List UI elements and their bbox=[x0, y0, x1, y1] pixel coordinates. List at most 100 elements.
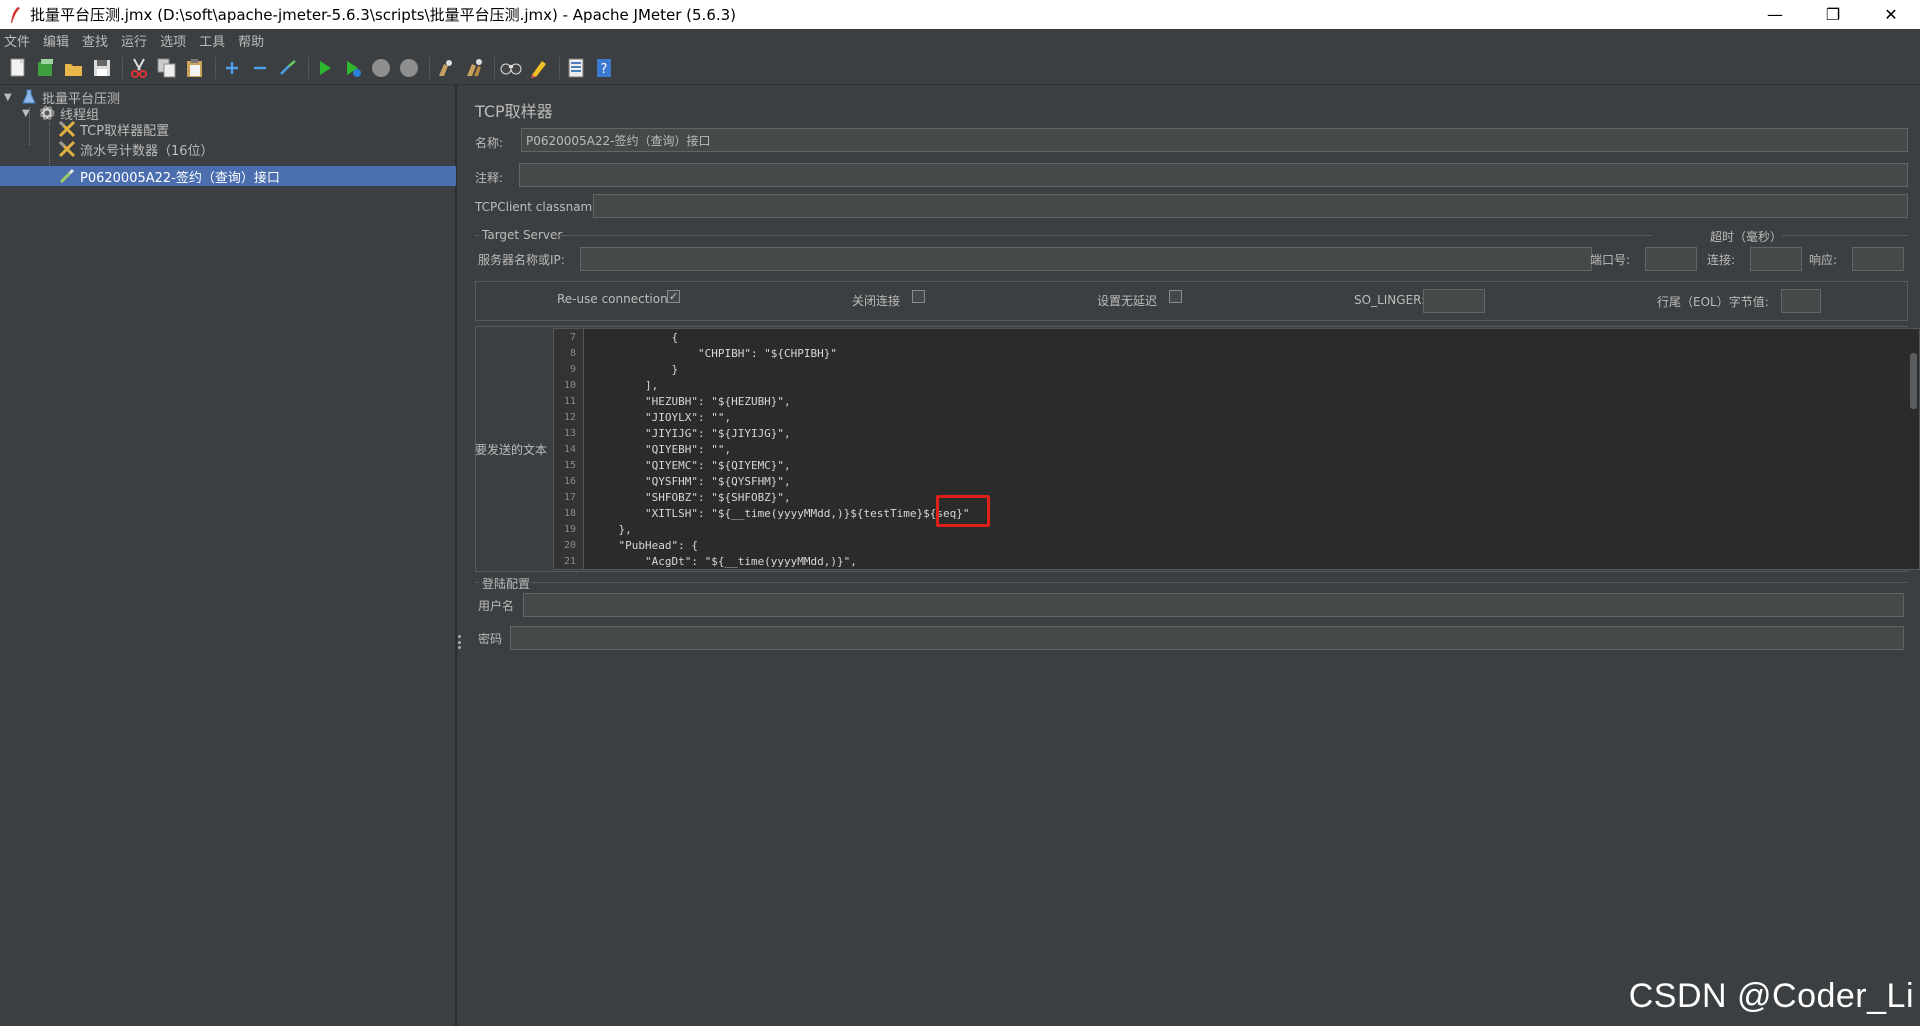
collapse-icon[interactable] bbox=[248, 56, 272, 80]
open-icon[interactable] bbox=[62, 56, 86, 80]
toggle-icon[interactable] bbox=[276, 56, 300, 80]
clear-all-icon[interactable] bbox=[462, 56, 486, 80]
username-field[interactable] bbox=[523, 593, 1904, 617]
line-number: 20 bbox=[563, 540, 576, 551]
name-label: 名称: bbox=[475, 136, 504, 150]
split-pane-divider[interactable] bbox=[456, 85, 464, 1026]
line-number-gutter: 7 8 9 10 11 12 13 14 15 16 17 18 19 20 2… bbox=[554, 329, 584, 569]
port-field[interactable] bbox=[1645, 247, 1697, 271]
save-icon[interactable] bbox=[90, 56, 114, 80]
login-config-label: 登陆配置 bbox=[482, 577, 531, 591]
reuse-connection-label: Re-use connection bbox=[557, 292, 668, 306]
close-connection-checkbox[interactable] bbox=[912, 290, 925, 303]
menu-tools[interactable]: 工具 bbox=[195, 31, 234, 50]
name-field[interactable]: P0620005A22-签约（查询）接口 bbox=[521, 128, 1908, 152]
code-line: "QIYEBH": "", bbox=[592, 443, 732, 456]
seq-highlight-annotation bbox=[936, 495, 990, 527]
classname-label: TCPClient classname: bbox=[475, 200, 604, 214]
clear-icon[interactable] bbox=[434, 56, 458, 80]
line-number: 13 bbox=[563, 428, 576, 439]
counter-icon bbox=[58, 140, 76, 158]
tree-item-sampler-selected[interactable]: P0620005A22-签约（查询）接口 bbox=[0, 166, 456, 186]
line-number: 7 bbox=[569, 332, 576, 343]
tree-item-label: TCP取样器配置 bbox=[80, 123, 170, 139]
tree-item-counter[interactable]: 流水号计数器（16位） bbox=[58, 139, 456, 159]
shutdown-icon[interactable] bbox=[397, 56, 421, 80]
port-label: 端口号: bbox=[1590, 253, 1631, 267]
function-helper-icon[interactable] bbox=[564, 56, 588, 80]
comment-label: 注释: bbox=[475, 171, 504, 185]
code-line: "CHPIBH": "${CHPIBH}" bbox=[592, 347, 838, 360]
menu-options[interactable]: 选项 bbox=[156, 31, 195, 50]
text-to-send-label: 要发送的文本 bbox=[475, 443, 548, 457]
paste-icon[interactable] bbox=[183, 56, 207, 80]
so-linger-label: SO_LINGER: bbox=[1354, 293, 1426, 307]
code-line: "JIYIJG": "${JIYIJG}", bbox=[592, 427, 791, 440]
expand-icon[interactable] bbox=[220, 56, 244, 80]
line-number: 10 bbox=[563, 380, 576, 391]
cut-icon[interactable] bbox=[127, 56, 151, 80]
code-editor[interactable]: 7 8 9 10 11 12 13 14 15 16 17 18 19 20 2… bbox=[553, 328, 1920, 570]
code-line: "JIOYLX": "", bbox=[592, 411, 732, 424]
restore-button[interactable]: ❐ bbox=[1804, 0, 1862, 29]
minimize-button[interactable]: — bbox=[1746, 0, 1804, 29]
stop-icon[interactable] bbox=[369, 56, 393, 80]
menu-file[interactable]: 文件 bbox=[0, 31, 39, 50]
vertical-scrollbar[interactable] bbox=[1907, 329, 1919, 569]
comment-field[interactable] bbox=[519, 163, 1908, 187]
chevron-down-icon[interactable]: ▼ bbox=[22, 108, 34, 119]
reuse-connection-checkbox[interactable]: ✓ bbox=[667, 290, 680, 303]
password-field[interactable] bbox=[510, 626, 1904, 650]
start-no-pause-icon[interactable] bbox=[341, 56, 365, 80]
menu-search[interactable]: 查找 bbox=[78, 31, 117, 50]
code-line: } bbox=[592, 363, 679, 376]
svg-text:?: ? bbox=[601, 62, 608, 77]
scrollbar-thumb[interactable] bbox=[1910, 353, 1917, 409]
code-line: "QYSFHM": "${QYSFHM}", bbox=[592, 475, 791, 488]
username-label: 用户名 bbox=[478, 599, 515, 613]
code-line: "XITLSH": "${__time(yyyyMMdd,)}${testTim… bbox=[592, 507, 970, 520]
server-field[interactable] bbox=[580, 247, 1592, 271]
menu-edit[interactable]: 编辑 bbox=[39, 31, 78, 50]
line-number: 9 bbox=[569, 364, 576, 375]
classname-field[interactable] bbox=[593, 194, 1908, 218]
line-number: 14 bbox=[563, 444, 576, 455]
response-timeout-field[interactable] bbox=[1852, 247, 1904, 271]
close-button[interactable]: ✕ bbox=[1862, 0, 1920, 29]
reset-search-icon[interactable] bbox=[527, 56, 551, 80]
tree-item-tcp-config[interactable]: TCP取样器配置 bbox=[58, 119, 456, 139]
line-number: 16 bbox=[563, 476, 576, 487]
title-bar: 批量平台压测.jmx (D:\soft\apache-jmeter-5.6.3\… bbox=[0, 0, 1920, 29]
server-label: 服务器名称或IP: bbox=[478, 253, 565, 267]
line-number: 8 bbox=[569, 348, 576, 359]
pipette-icon bbox=[58, 167, 76, 185]
close-connection-label: 关闭连接 bbox=[852, 294, 901, 308]
code-line: "HEZUBH": "${HEZUBH}", bbox=[592, 395, 791, 408]
menu-run[interactable]: 运行 bbox=[117, 31, 156, 50]
new-icon[interactable] bbox=[6, 56, 30, 80]
help-icon[interactable]: ? bbox=[592, 56, 616, 80]
eol-field[interactable] bbox=[1781, 289, 1821, 313]
line-number: 17 bbox=[563, 492, 576, 503]
menu-help[interactable]: 帮助 bbox=[234, 31, 273, 50]
templates-icon[interactable] bbox=[34, 56, 58, 80]
eol-label: 行尾（EOL）字节值: bbox=[1657, 295, 1769, 309]
code-line: "AcgDt": "${__time(yyyyMMdd,)}", bbox=[592, 555, 857, 568]
target-server-label: Target Server bbox=[482, 228, 563, 242]
so-linger-field[interactable] bbox=[1423, 289, 1485, 313]
menu-bar: 文件 编辑 查找 运行 选项 工具 帮助 bbox=[0, 29, 1920, 51]
connect-timeout-label: 连接: bbox=[1707, 253, 1736, 267]
search-icon[interactable] bbox=[499, 56, 523, 80]
chevron-down-icon[interactable]: ▼ bbox=[4, 92, 16, 103]
jmeter-feather-icon bbox=[6, 6, 24, 24]
no-delay-label: 设置无延迟 bbox=[1097, 294, 1158, 308]
no-delay-checkbox[interactable] bbox=[1169, 290, 1182, 303]
timeout-label: 超时（毫秒） bbox=[1710, 230, 1783, 244]
code-line: "PubHead": { bbox=[592, 539, 698, 552]
line-number: 11 bbox=[563, 396, 576, 407]
start-icon[interactable] bbox=[313, 56, 337, 80]
sampler-panel: TCP取样器 名称: P0620005A22-签约（查询）接口 注释: TCPC… bbox=[464, 85, 1920, 1026]
window-title: 批量平台压测.jmx (D:\soft\apache-jmeter-5.6.3\… bbox=[30, 6, 737, 24]
copy-icon[interactable] bbox=[155, 56, 179, 80]
connect-timeout-field[interactable] bbox=[1750, 247, 1802, 271]
